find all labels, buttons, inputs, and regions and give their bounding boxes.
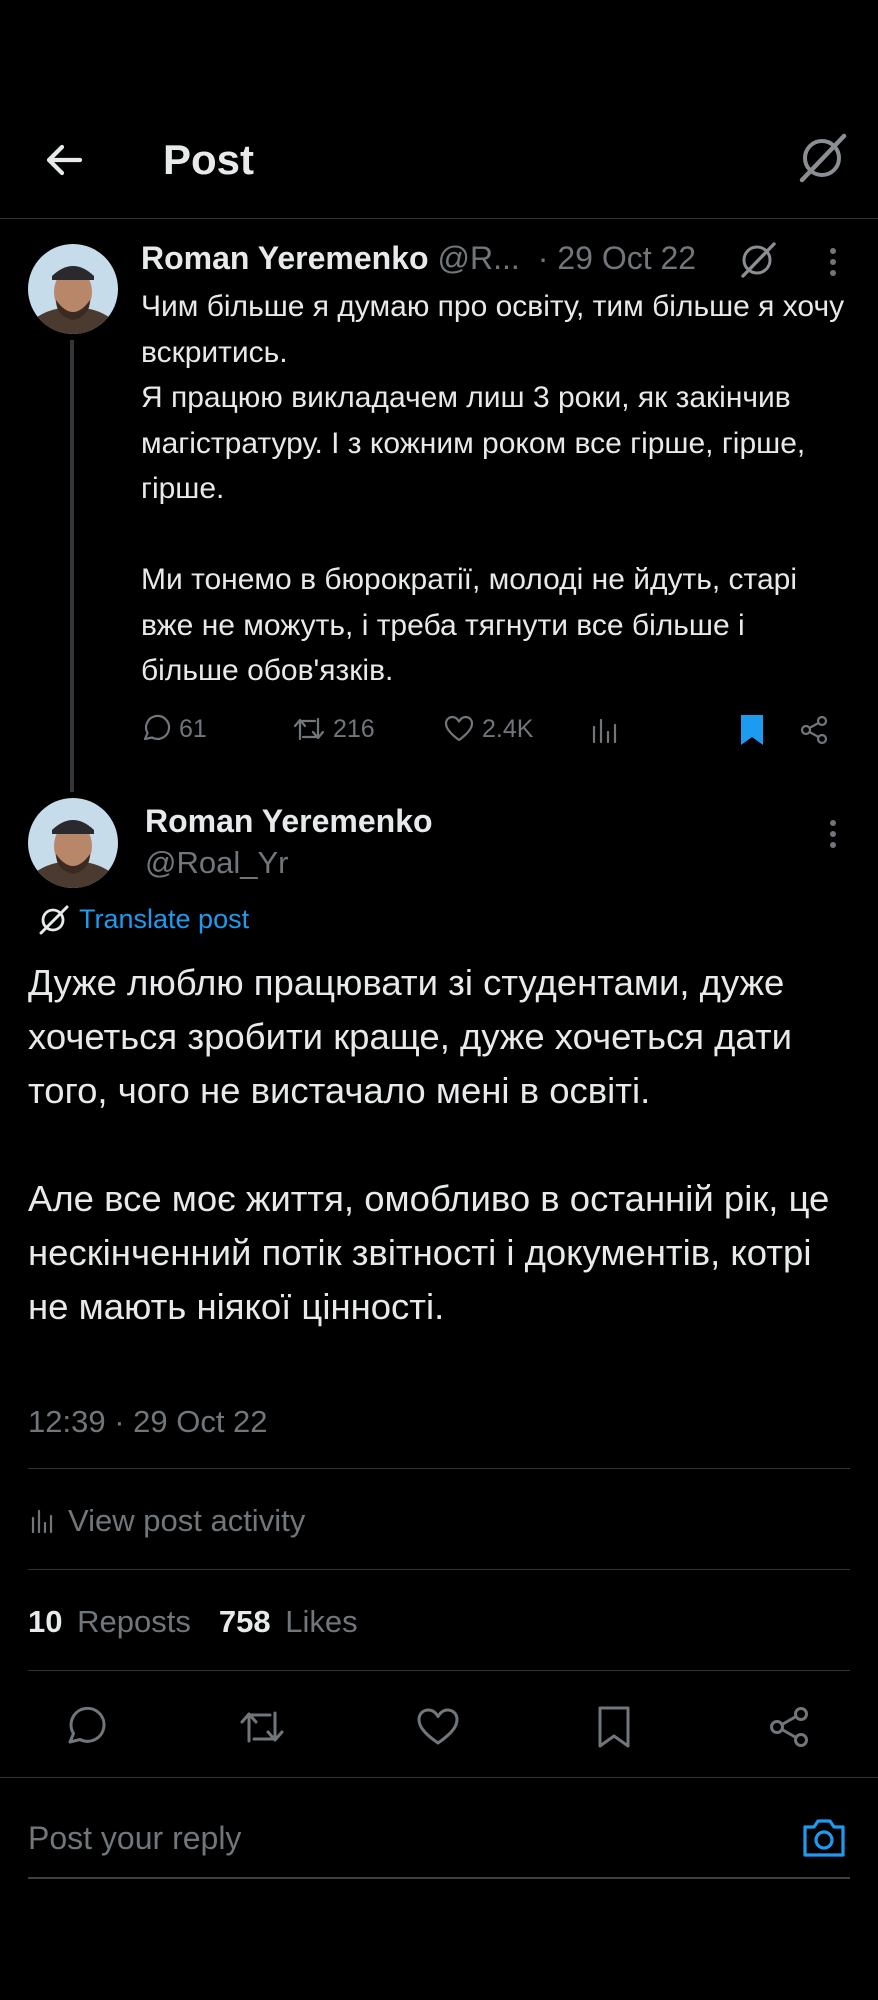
like-count: 2.4K (482, 714, 534, 743)
share-icon (800, 715, 828, 745)
like-button[interactable]: 2.4K (442, 712, 533, 746)
camera-button[interactable] (800, 1815, 848, 1861)
author-name[interactable]: Roman Yeremenko (141, 240, 429, 277)
grok-button[interactable] (738, 239, 778, 279)
more-vertical-icon (830, 248, 836, 276)
reply-icon (143, 714, 171, 741)
view-count-button[interactable] (589, 714, 621, 746)
divider (28, 1468, 850, 1469)
translate-post-button[interactable]: Translate post (38, 901, 249, 937)
view-post-activity[interactable]: View post activity (28, 1501, 305, 1541)
divider (28, 1670, 850, 1671)
grok-icon (39, 905, 69, 935)
share-button[interactable] (798, 714, 830, 746)
post-paragraph: Чим більше я думаю про освіту, тим більш… (141, 290, 845, 369)
divider (28, 1569, 850, 1570)
bookmark-icon (598, 1706, 630, 1748)
more-vertical-icon (830, 820, 836, 848)
author-handle[interactable]: @Roal_Yr (145, 842, 288, 884)
reply-icon (68, 1706, 106, 1744)
main-post-text: Дуже люблю працювати зі студентами, дуже… (28, 956, 856, 1334)
avatar-photo (28, 798, 118, 888)
post-actions: 61 216 2.4K (139, 710, 849, 754)
translate-label: Translate post (79, 904, 250, 934)
post-paragraph: Дуже люблю працювати зі студентами, дуже… (28, 962, 793, 1111)
like-button[interactable] (414, 1703, 462, 1751)
post-date[interactable]: · 29 Oct 22 (538, 240, 696, 277)
repost-icon (293, 717, 325, 741)
back-button[interactable] (40, 136, 88, 184)
post-paragraph: Ми тонемо в бюрократії, молоді не йдуть,… (141, 563, 797, 687)
header-divider (0, 218, 878, 219)
engagement-stats: 10 Reposts 758 Likes (28, 1602, 358, 1642)
thread-line (70, 340, 74, 792)
post-paragraph: Я працюю викладачем лиш 3 роки, як закін… (141, 381, 806, 505)
reposts-count: 10 (28, 1604, 63, 1639)
post-paragraph: Але все моє життя, омобливо в останній р… (28, 1178, 830, 1327)
post-paragraph-spacer (28, 1118, 856, 1172)
bookmark-button[interactable] (737, 712, 767, 748)
grok-icon (799, 133, 847, 183)
camera-icon (803, 1819, 845, 1857)
reply-count: 61 (179, 714, 207, 743)
avatar[interactable] (28, 798, 118, 888)
arrow-left-icon (46, 144, 83, 176)
grok-icon (741, 242, 776, 278)
reply-button[interactable] (62, 1703, 110, 1751)
post-timestamp[interactable]: 12:39 · 29 Oct 22 (28, 1401, 268, 1443)
likes-link[interactable]: 758 Likes (219, 1602, 358, 1642)
bookmark-button[interactable] (592, 1703, 636, 1751)
repost-count: 216 (333, 714, 375, 743)
heart-icon (444, 715, 474, 742)
divider (0, 1777, 878, 1778)
main-post-actions (0, 1702, 878, 1752)
reply-underline (28, 1877, 850, 1879)
avatar[interactable] (28, 244, 118, 334)
reply-button[interactable]: 61 (139, 712, 207, 746)
repost-button[interactable] (237, 1703, 287, 1751)
post-text: Чим більше я думаю про освіту, тим більш… (141, 284, 847, 694)
post-header: Roman Yeremenko @R... · 29 Oct 22 (141, 236, 741, 280)
repost-button[interactable]: 216 (291, 712, 375, 746)
likes-count: 758 (218, 1604, 271, 1639)
page-title: Post (163, 136, 255, 183)
activity-label: View post activity (68, 1503, 306, 1538)
author-name[interactable]: Roman Yeremenko (145, 800, 433, 842)
bar-chart-icon (31, 1509, 53, 1534)
share-icon (770, 1707, 808, 1747)
reposts-link[interactable]: 10 Reposts (28, 1602, 191, 1642)
reply-input[interactable] (28, 1815, 768, 1861)
likes-label: Likes (285, 1604, 358, 1639)
bookmark-filled-icon (741, 715, 763, 745)
author-handle[interactable]: @R... (438, 240, 520, 277)
reposts-label: Reposts (77, 1604, 191, 1639)
post-paragraph-spacer (141, 512, 847, 558)
more-options-button[interactable] (818, 814, 848, 854)
repost-icon (240, 1711, 284, 1743)
share-button[interactable] (765, 1703, 813, 1751)
heart-icon (417, 1708, 459, 1745)
more-options-button[interactable] (818, 242, 848, 282)
bar-chart-icon (592, 718, 617, 744)
avatar-photo (28, 244, 118, 334)
grok-button[interactable] (796, 130, 850, 184)
